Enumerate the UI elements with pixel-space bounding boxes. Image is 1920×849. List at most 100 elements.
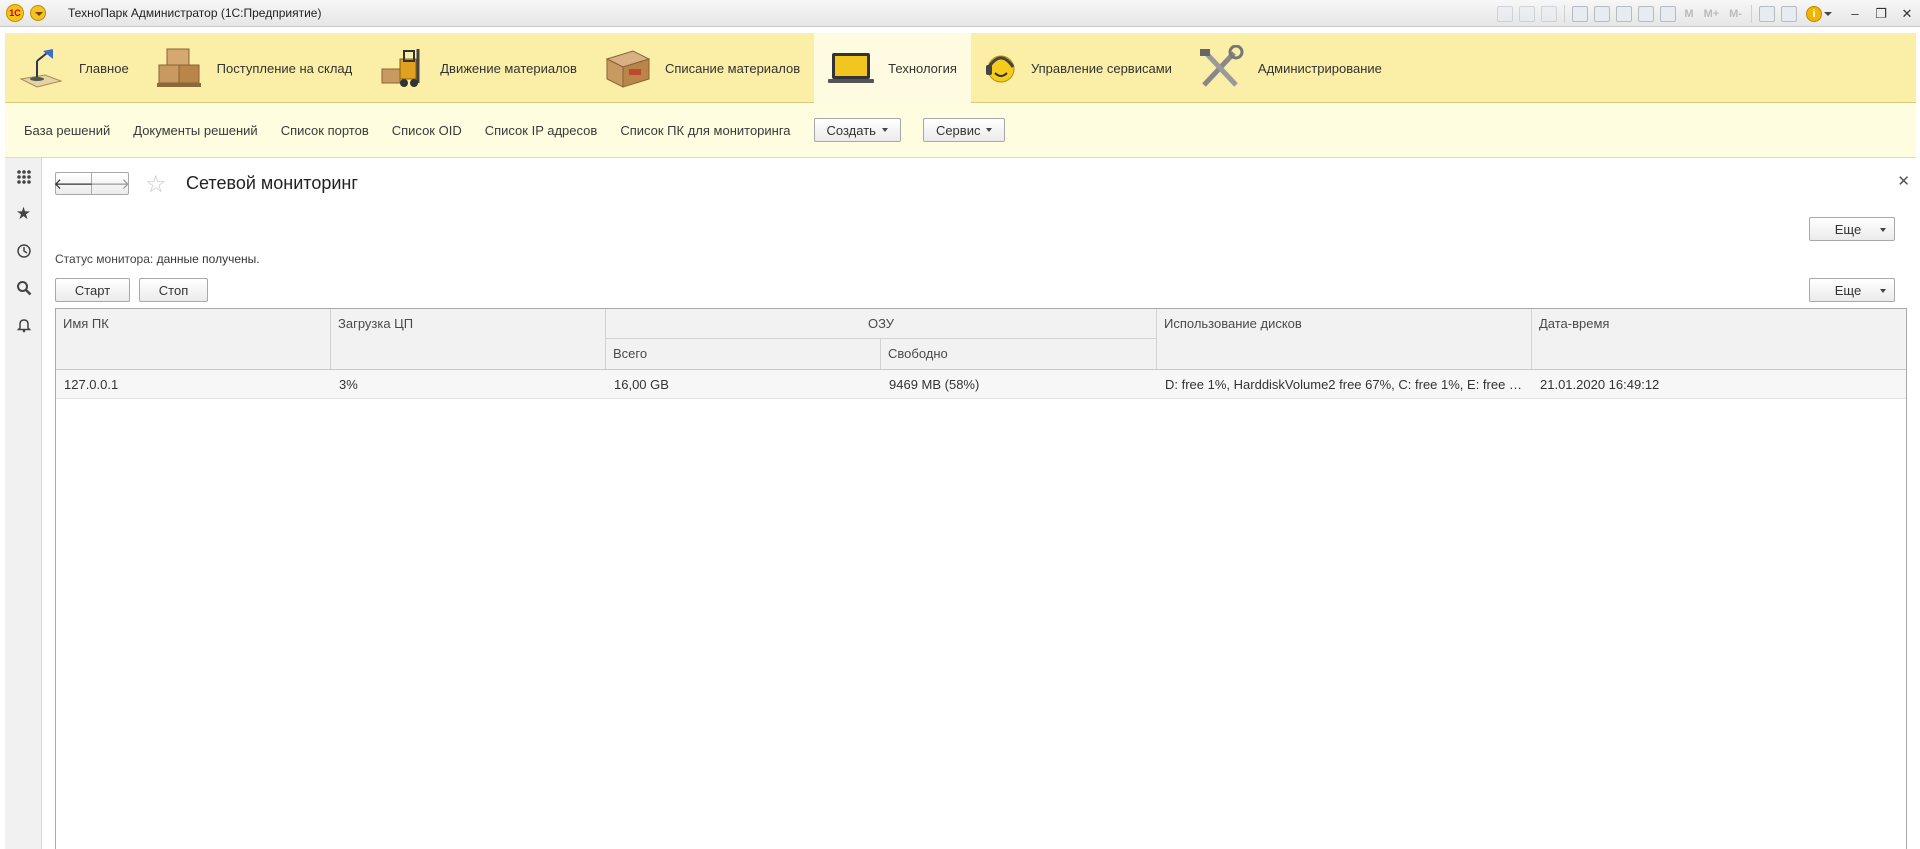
section-main[interactable]: Главное	[5, 33, 143, 103]
forward-button[interactable]: 🡒	[90, 172, 130, 195]
crate-icon	[603, 45, 653, 91]
section-service-management[interactable]: Управление сервисами	[971, 33, 1186, 103]
calendar-icon[interactable]	[1638, 5, 1655, 22]
more-label: Еще	[1834, 221, 1862, 237]
section-label: Поступление на склад	[216, 60, 353, 76]
column-header-cpu[interactable]: Загрузка ЦП	[331, 309, 606, 369]
section-material-movement[interactable]: Движение материалов	[366, 33, 591, 103]
main-menu-button[interactable]	[30, 5, 46, 21]
notifications-bell-icon[interactable]	[5, 306, 42, 343]
column-header-ram-total[interactable]: Всего	[606, 339, 881, 369]
laptop-icon	[826, 45, 876, 91]
cell-pc-name: 127.0.0.1	[64, 377, 119, 392]
forklift-icon	[378, 45, 428, 91]
memory-minus-button[interactable]: M-	[1729, 8, 1742, 20]
cell-datetime: 21.01.2020 16:49:12	[1540, 377, 1660, 392]
copy-icon[interactable]	[1594, 5, 1611, 22]
restore-button[interactable]: ❐	[1870, 5, 1892, 23]
apps-grid-icon[interactable]	[5, 158, 42, 195]
window-title: ТехноПарк Администратор (1С:Предприятие)	[68, 6, 322, 20]
link-solution-documents[interactable]: Документы решений	[133, 123, 257, 138]
toolbar-divider	[1564, 4, 1566, 23]
status-value: данные получены.	[156, 252, 260, 266]
zoom-icon[interactable]	[1759, 5, 1775, 22]
info-menu-caret-icon[interactable]	[1824, 11, 1832, 16]
history-icon[interactable]	[5, 232, 42, 269]
column-header-ram: ОЗУ	[606, 309, 1157, 339]
section-material-writeoff[interactable]: Списание материалов	[591, 33, 814, 103]
minimize-button[interactable]: –	[1844, 5, 1866, 23]
table-more-button[interactable]: Еще	[1809, 278, 1895, 302]
form-area: 🡐 🡒 ☆ Сетевой мониторинг ✕ Еще Статус мо…	[43, 158, 1920, 849]
preview-icon[interactable]	[1541, 5, 1558, 22]
memory-button[interactable]: M	[1684, 8, 1693, 20]
stop-label: Стоп	[158, 282, 189, 298]
more-label: Еще	[1834, 282, 1862, 298]
create-label: Создать	[826, 122, 876, 138]
close-form-icon[interactable]: ✕	[1897, 172, 1910, 190]
save-icon[interactable]	[1497, 5, 1514, 22]
column-header-datetime[interactable]: Дата-время	[1532, 309, 1906, 369]
tools-icon	[1196, 44, 1246, 91]
cell-ram-total: 16,00 GB	[614, 377, 669, 392]
toolbar-divider	[1751, 4, 1752, 23]
link-solutions-base[interactable]: База решений	[24, 123, 110, 138]
chevron-down-icon	[1880, 289, 1886, 293]
link-oid-list[interactable]: Список OID	[392, 123, 462, 138]
stop-button[interactable]: Стоп	[139, 278, 208, 302]
section-technology[interactable]: Технология	[814, 33, 971, 103]
create-menu-button[interactable]: Создать	[813, 118, 901, 142]
section-warehouse-receipt[interactable]: Поступление на склад	[143, 33, 367, 103]
boxes-icon	[155, 45, 205, 91]
calculator-icon[interactable]	[1660, 5, 1677, 22]
cell-disks: D: free 1%, HarddiskVolume2 free 67%, C:…	[1165, 377, 1528, 392]
commands-panel: База решений Документы решений Список по…	[5, 103, 1916, 158]
link-ports-list[interactable]: Список портов	[281, 123, 369, 138]
navigation-buttons: 🡐 🡒	[53, 172, 130, 195]
column-header-disks[interactable]: Использование дисков	[1157, 309, 1532, 369]
section-label: Технология	[888, 60, 957, 76]
chevron-down-icon	[986, 128, 993, 132]
start-button[interactable]: Старт	[55, 278, 130, 302]
close-window-button[interactable]: ✕	[1896, 5, 1918, 23]
table-header: Имя ПК Загрузка ЦП ОЗУ Всего Свободно Ис…	[56, 309, 1906, 370]
upload-icon[interactable]	[1572, 5, 1589, 22]
memory-plus-button[interactable]: M+	[1704, 8, 1720, 20]
cell-cpu: 3%	[339, 377, 358, 392]
service-label: Сервис	[935, 122, 981, 138]
favorites-icon[interactable]: ★	[5, 195, 42, 232]
info-icon[interactable]: i	[1806, 5, 1822, 22]
column-header-pc-name[interactable]: Имя ПК	[56, 309, 331, 369]
favorite-star-icon[interactable]: ☆	[145, 170, 167, 199]
start-label: Старт	[74, 282, 111, 298]
sections-panel: Главное Поступление на склад Движение ма…	[5, 33, 1916, 103]
headset-icon	[983, 45, 1019, 91]
link-ip-list[interactable]: Список IP адресов	[485, 123, 598, 138]
left-tools-panel: ★	[5, 158, 42, 849]
title-toolbar: M M+ M- i – ❐ ✕	[1494, 0, 1920, 27]
app-logo-icon: 1С	[6, 4, 24, 22]
back-button[interactable]: 🡐	[53, 172, 94, 195]
link-monitoring-pc-list[interactable]: Список ПК для мониторинга	[620, 123, 790, 138]
section-administration[interactable]: Администрирование	[1186, 33, 1396, 103]
desk-lamp-icon	[17, 45, 67, 91]
chevron-down-icon	[881, 128, 888, 132]
section-label: Администрирование	[1257, 60, 1382, 76]
print-icon[interactable]	[1519, 5, 1536, 22]
status-label: Статус монитора:	[55, 252, 154, 266]
panels-icon[interactable]	[1781, 5, 1797, 22]
search-icon[interactable]	[5, 269, 42, 306]
title-bar: 1С ТехноПарк Администратор (1С:Предприят…	[0, 0, 1920, 27]
table-row[interactable]: 127.0.0.1 3% 16,00 GB 9469 MB (58%) D: f…	[56, 370, 1906, 399]
page-title: Сетевой мониторинг	[186, 173, 358, 193]
monitor-status: Статус монитора: данные получены.	[55, 252, 260, 266]
service-menu-button[interactable]: Сервис	[922, 118, 1006, 142]
cell-ram-free: 9469 MB (58%)	[889, 377, 980, 392]
section-label: Движение материалов	[440, 60, 577, 76]
spreadsheet-icon[interactable]	[1616, 5, 1633, 22]
monitoring-table: Имя ПК Загрузка ЦП ОЗУ Всего Свободно Ис…	[55, 308, 1907, 849]
section-label: Главное	[79, 60, 129, 76]
form-more-button[interactable]: Еще	[1809, 217, 1895, 241]
column-header-ram-free[interactable]: Свободно	[881, 339, 1157, 369]
section-label: Списание материалов	[664, 60, 801, 76]
